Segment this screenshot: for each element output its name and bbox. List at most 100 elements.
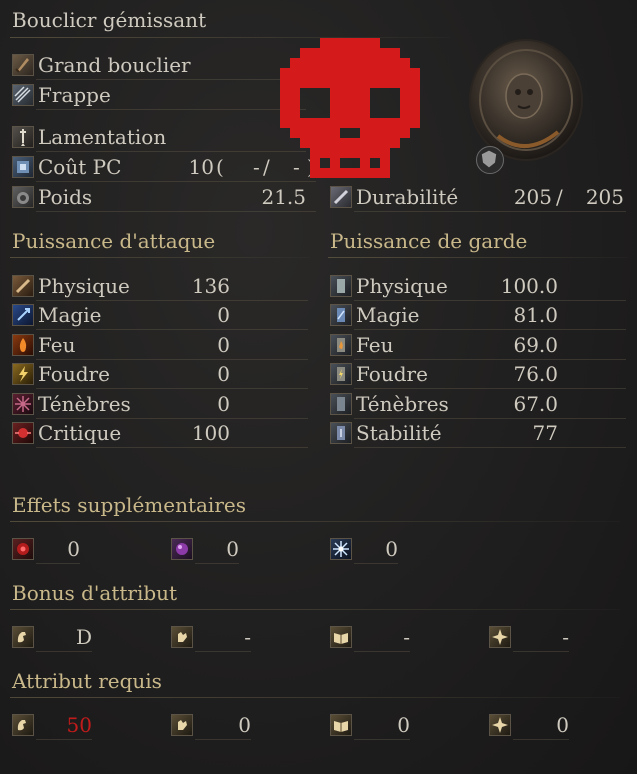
poison-icon xyxy=(171,538,193,560)
lightning-attack-icon xyxy=(12,363,34,385)
fp-cost-value: 10 xyxy=(188,155,214,179)
row-divider xyxy=(513,651,569,652)
row-divider xyxy=(36,651,92,652)
holy-guard-icon xyxy=(330,393,352,415)
fp-cost-label: Coût PC xyxy=(38,155,122,179)
row-divider xyxy=(36,109,306,110)
fire-guard-icon xyxy=(330,334,352,356)
row-divider xyxy=(36,300,308,301)
attribute-bonus-heading: Bonus d'attribut xyxy=(12,581,178,605)
fp-cost-icon xyxy=(12,156,34,178)
attack-stat-value: 136 xyxy=(191,274,230,298)
guard-stat-label: Ténèbres xyxy=(356,392,449,416)
intelligence-icon xyxy=(330,626,352,648)
row-divider xyxy=(354,359,626,360)
attack-stat-value: 0 xyxy=(217,392,230,416)
attack-stat-label: Critique xyxy=(38,421,122,445)
attack-type-label: Frappe xyxy=(38,83,111,107)
skill-name: Lamentation xyxy=(38,125,167,149)
weight-label: Poids xyxy=(38,185,93,209)
fp-cost-mid: - xyxy=(253,155,260,179)
row-divider xyxy=(36,151,306,152)
fp-cost-paren-open: ( xyxy=(216,155,224,179)
attack-heading-divider xyxy=(10,257,310,258)
effects-heading-divider xyxy=(10,521,620,522)
guard-stat-label: Foudre xyxy=(356,362,428,386)
durability-max: 205 xyxy=(585,185,624,209)
faith-icon xyxy=(489,714,511,736)
row-divider xyxy=(195,651,251,652)
attack-stat-label: Foudre xyxy=(38,362,110,386)
row-divider xyxy=(36,359,308,360)
guard-stat-value: 77 xyxy=(532,421,558,445)
dexterity-icon xyxy=(171,626,193,648)
upgrade-badge-icon xyxy=(476,146,504,174)
skull-icon xyxy=(280,38,420,178)
physical-attack-icon xyxy=(12,275,34,297)
row-divider xyxy=(354,211,626,212)
row-divider xyxy=(36,418,308,419)
guard-stat-label: Stabilité xyxy=(356,421,442,445)
attribute-bonus-value: - xyxy=(244,625,251,649)
row-divider xyxy=(36,388,308,389)
row-divider xyxy=(354,739,410,740)
lightning-guard-icon xyxy=(330,363,352,385)
magic-guard-icon xyxy=(330,304,352,326)
strike-attack-icon xyxy=(12,84,34,106)
row-divider xyxy=(195,563,239,564)
required-heading-divider xyxy=(10,697,620,698)
guard-stat-label: Physique xyxy=(356,274,448,298)
attack-stat-label: Ténèbres xyxy=(38,392,131,416)
row-divider xyxy=(36,739,92,740)
guard-stat-value: 100.0 xyxy=(500,274,558,298)
attack-stat-value: 100 xyxy=(191,421,230,445)
guard-stat-value: 67.0 xyxy=(513,392,558,416)
guard-power-heading: Puissance de garde xyxy=(330,229,528,253)
row-divider xyxy=(36,563,80,564)
durability-icon xyxy=(330,186,352,208)
row-divider xyxy=(354,329,626,330)
attack-stat-value: 0 xyxy=(217,303,230,327)
row-divider xyxy=(354,447,626,448)
attack-stat-label: Physique xyxy=(38,274,130,298)
attribute-required-value: 0 xyxy=(556,713,569,737)
skill-icon xyxy=(12,126,34,148)
durability-current: 205 xyxy=(513,185,552,209)
row-divider xyxy=(36,211,316,212)
stability-guard-icon xyxy=(330,422,352,444)
item-title: Bouclicr gémissant xyxy=(12,8,207,32)
row-divider xyxy=(354,418,626,419)
strength-icon xyxy=(12,714,34,736)
attack-stat-label: Feu xyxy=(38,333,76,357)
intelligence-icon xyxy=(330,714,352,736)
fp-cost-slash: / xyxy=(263,155,270,179)
shield-category-icon xyxy=(12,54,34,76)
fire-attack-icon xyxy=(12,334,34,356)
weight-icon xyxy=(12,186,34,208)
row-divider xyxy=(513,739,569,740)
row-divider xyxy=(36,181,316,182)
row-divider xyxy=(354,300,626,301)
weight-value: 21.5 xyxy=(261,185,306,209)
item-details-panel: Bouclicr gémissant Grand bouclier Frappe… xyxy=(0,0,637,774)
attack-stat-label: Magie xyxy=(38,303,102,327)
critical-icon xyxy=(12,422,34,444)
attribute-required-heading: Attribut requis xyxy=(12,669,162,693)
frost-value: 0 xyxy=(385,537,398,561)
guard-heading-divider xyxy=(328,257,628,258)
row-divider xyxy=(36,79,306,80)
attribute-bonus-value: D xyxy=(75,625,92,649)
durability-slash: / xyxy=(556,185,563,209)
guard-stat-value: 81.0 xyxy=(513,303,558,327)
row-divider xyxy=(354,388,626,389)
bleed-icon xyxy=(12,538,34,560)
row-divider xyxy=(36,329,308,330)
attribute-required-value: 50 xyxy=(66,713,92,737)
guard-stat-value: 76.0 xyxy=(513,362,558,386)
attribute-bonus-value: - xyxy=(562,625,569,649)
attack-stat-value: 0 xyxy=(217,362,230,386)
bleed-value: 0 xyxy=(67,537,80,561)
attribute-required-value: 0 xyxy=(238,713,251,737)
attribute-bonus-value: - xyxy=(403,625,410,649)
magic-attack-icon xyxy=(12,304,34,326)
